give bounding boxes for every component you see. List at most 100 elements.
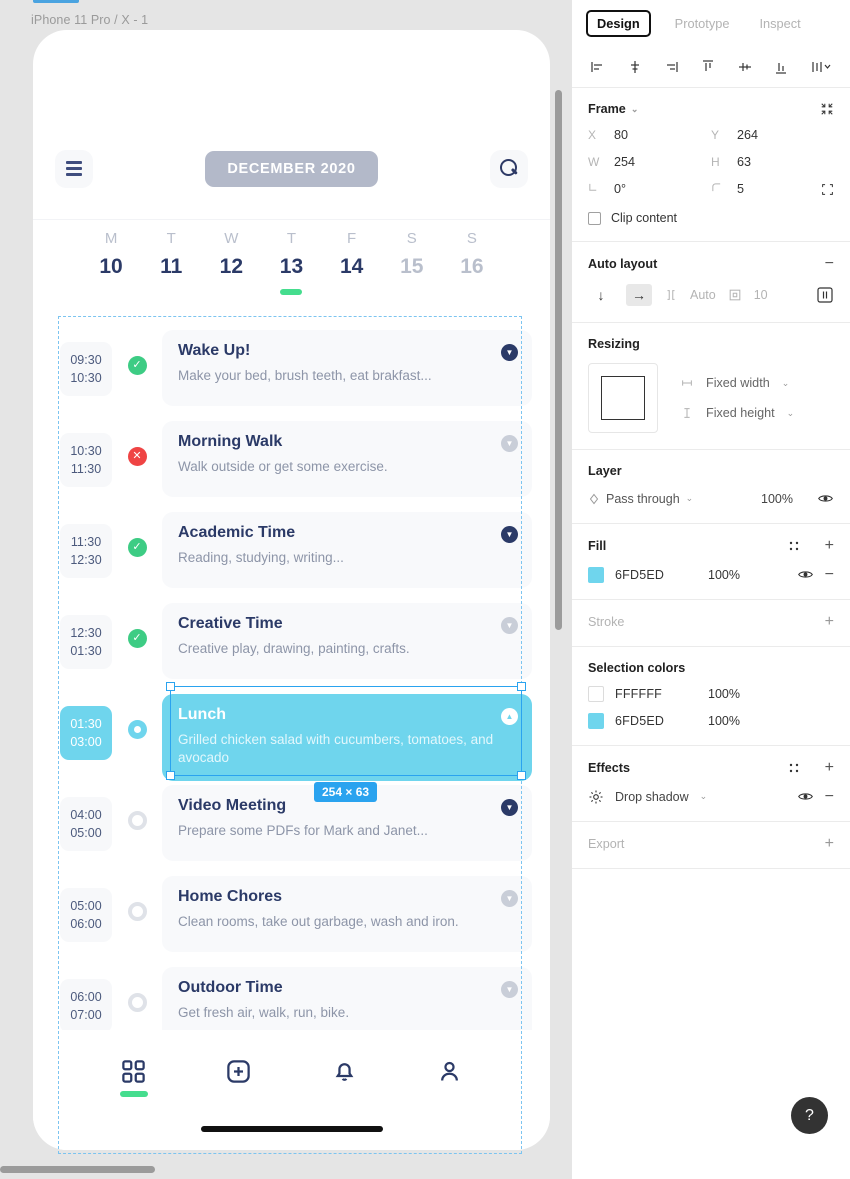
- remove-auto-layout-button[interactable]: −: [825, 256, 834, 272]
- canvas-horizontal-scrollbar[interactable]: [0, 1166, 155, 1173]
- selection-color-hex[interactable]: FFFFFF: [615, 687, 697, 701]
- remove-fill-button[interactable]: −: [825, 566, 834, 583]
- task-row[interactable]: 05:00 06:00 Home Chores Clean rooms, tak…: [33, 876, 550, 967]
- remove-effect-button[interactable]: −: [825, 788, 834, 805]
- task-card[interactable]: Lunch Grilled chicken salad with cucumbe…: [162, 694, 532, 782]
- task-status[interactable]: [112, 720, 162, 739]
- direction-horizontal-button[interactable]: →: [626, 284, 652, 306]
- day-cell-sun[interactable]: S 16: [450, 230, 494, 279]
- chevron-down-icon[interactable]: ▼: [501, 526, 518, 543]
- padding-value[interactable]: 10: [754, 288, 768, 302]
- task-status[interactable]: [112, 993, 162, 1012]
- task-status[interactable]: ✕: [112, 447, 162, 466]
- task-row-selected[interactable]: 01:30 03:00 Lunch Grilled chicken salad …: [33, 694, 550, 785]
- nav-item-dashboard[interactable]: [106, 1058, 162, 1097]
- eye-icon[interactable]: [797, 566, 814, 583]
- chevron-up-icon[interactable]: ▲: [501, 708, 518, 725]
- search-button[interactable]: [490, 149, 528, 188]
- fill-hex-value[interactable]: 6FD5ED: [615, 568, 697, 582]
- align-right-icon[interactable]: [663, 59, 679, 75]
- task-row[interactable]: 09:30 10:30 ✓ Wake Up! Make your bed, br…: [33, 330, 550, 421]
- drop-shadow-icon[interactable]: [588, 789, 604, 805]
- design-canvas[interactable]: iPhone 11 Pro / X - 1 DECEMBER 2020 M 10…: [0, 0, 571, 1179]
- add-fill-button[interactable]: +: [825, 538, 834, 554]
- align-top-icon[interactable]: [700, 59, 716, 75]
- fixed-width-dropdown[interactable]: Fixed width ⌄: [680, 376, 794, 390]
- selection-color-swatch[interactable]: [588, 686, 604, 702]
- resize-preview-icon[interactable]: [588, 363, 658, 433]
- selection-color-opacity[interactable]: 100%: [708, 687, 760, 701]
- layer-opacity-value[interactable]: 100%: [761, 492, 805, 506]
- nav-item-notifications[interactable]: [316, 1058, 372, 1085]
- task-row[interactable]: 11:30 12:30 ✓ Academic Time Reading, stu…: [33, 512, 550, 603]
- eye-icon[interactable]: [797, 788, 814, 805]
- menu-button[interactable]: [55, 149, 93, 188]
- task-card[interactable]: Home Chores Clean rooms, take out garbag…: [162, 876, 532, 952]
- blend-mode-dropdown[interactable]: Pass through ⌄: [588, 492, 749, 506]
- nav-item-profile[interactable]: [421, 1058, 477, 1085]
- effect-label[interactable]: Drop shadow: [615, 790, 689, 804]
- y-field[interactable]: Y 264: [711, 128, 834, 142]
- chevron-down-icon[interactable]: ▼: [501, 344, 518, 361]
- task-status[interactable]: [112, 811, 162, 830]
- selection-color-hex[interactable]: 6FD5ED: [615, 714, 697, 728]
- direction-vertical-button[interactable]: ↓: [588, 284, 614, 306]
- task-status[interactable]: ✓: [112, 538, 162, 557]
- chevron-down-icon[interactable]: ▼: [501, 981, 518, 998]
- chevron-down-icon[interactable]: ▼: [501, 617, 518, 634]
- task-status[interactable]: [112, 902, 162, 921]
- frame-name-label[interactable]: iPhone 11 Pro / X - 1: [31, 13, 148, 27]
- rotation-field[interactable]: 0°: [588, 182, 711, 196]
- align-vertical-center-icon[interactable]: [737, 59, 753, 75]
- selection-color-opacity[interactable]: 100%: [708, 714, 760, 728]
- fill-opacity-value[interactable]: 100%: [708, 568, 760, 582]
- fill-color-swatch[interactable]: [588, 566, 604, 583]
- day-cell-sat[interactable]: S 15: [390, 230, 434, 279]
- styles-icon[interactable]: [787, 539, 801, 553]
- task-card[interactable]: Morning Walk Walk outside or get some ex…: [162, 421, 532, 497]
- day-cell-mon[interactable]: M 10: [89, 230, 133, 279]
- styles-icon[interactable]: [787, 761, 801, 775]
- height-field[interactable]: H 63: [711, 155, 834, 169]
- distribute-menu-icon[interactable]: [810, 59, 832, 75]
- tab-prototype[interactable]: Prototype: [669, 12, 736, 35]
- month-label[interactable]: DECEMBER 2020: [205, 150, 378, 187]
- task-row[interactable]: 10:30 11:30 ✕ Morning Walk Walk outside …: [33, 421, 550, 512]
- frame-section-title[interactable]: Frame ⌄: [588, 102, 638, 116]
- corner-radius-field[interactable]: 5: [711, 182, 834, 196]
- align-grid-icon[interactable]: [816, 286, 834, 304]
- task-card[interactable]: Academic Time Reading, studying, writing…: [162, 512, 532, 588]
- align-bottom-icon[interactable]: [773, 59, 789, 75]
- width-field[interactable]: W 254: [588, 155, 711, 169]
- phone-frame[interactable]: DECEMBER 2020 M 10 T 11 W 12 T 13 F 14 S…: [33, 30, 550, 1150]
- day-cell-wed[interactable]: W 12: [209, 230, 253, 279]
- task-card[interactable]: Wake Up! Make your bed, brush teeth, eat…: [162, 330, 532, 406]
- fixed-height-dropdown[interactable]: Fixed height ⌄: [680, 406, 794, 420]
- eye-icon[interactable]: [817, 490, 834, 507]
- task-card[interactable]: Creative Time Creative play, drawing, pa…: [162, 603, 532, 679]
- tab-inspect[interactable]: Inspect: [753, 12, 806, 35]
- day-cell-fri[interactable]: F 14: [330, 230, 374, 279]
- clip-content-checkbox[interactable]: [588, 211, 601, 225]
- selection-color-swatch[interactable]: [588, 713, 604, 729]
- chevron-down-icon[interactable]: ▼: [501, 799, 518, 816]
- independent-corners-icon[interactable]: [821, 183, 834, 196]
- tab-design[interactable]: Design: [586, 9, 651, 37]
- task-row[interactable]: 04:00 05:00 Video Meeting Prepare some P…: [33, 785, 550, 876]
- task-status[interactable]: ✓: [112, 356, 162, 375]
- chevron-down-icon[interactable]: ▼: [501, 435, 518, 452]
- canvas-vertical-scrollbar[interactable]: [555, 90, 562, 630]
- add-effect-button[interactable]: +: [825, 760, 834, 776]
- spacing-value[interactable]: Auto: [690, 288, 716, 302]
- nav-item-add[interactable]: [211, 1058, 267, 1085]
- x-field[interactable]: X 80: [588, 128, 711, 142]
- chevron-down-icon[interactable]: ▼: [501, 890, 518, 907]
- collapse-icon[interactable]: [820, 102, 834, 116]
- day-cell-thu-selected[interactable]: T 13: [269, 230, 313, 295]
- task-status[interactable]: ✓: [112, 629, 162, 648]
- add-stroke-button[interactable]: +: [825, 614, 834, 630]
- add-export-button[interactable]: +: [825, 836, 834, 852]
- day-cell-tue[interactable]: T 11: [149, 230, 193, 279]
- clip-content-row[interactable]: Clip content: [588, 211, 834, 225]
- align-left-icon[interactable]: [590, 59, 606, 75]
